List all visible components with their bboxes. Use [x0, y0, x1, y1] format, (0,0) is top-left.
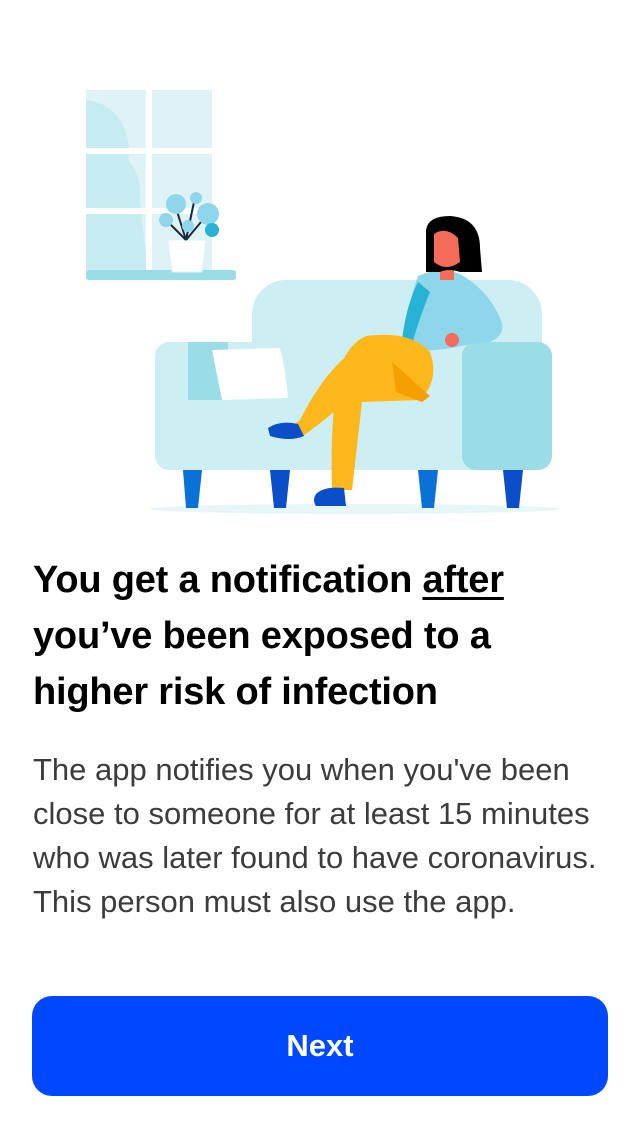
onboarding-description: The app notifies you when you've been cl…: [33, 752, 597, 919]
headline-text-end: you’ve been exposed to a higher risk of …: [33, 615, 491, 713]
onboarding-headline: You get a notification after you’ve been…: [33, 552, 613, 720]
floor-shadow: [150, 504, 560, 514]
window-icon: [86, 90, 236, 280]
headline-text-start: You get a notification: [33, 559, 423, 601]
person-on-sofa-illustration: [86, 90, 560, 514]
headline-emphasis: after: [422, 559, 504, 601]
next-button[interactable]: Next: [32, 996, 608, 1096]
